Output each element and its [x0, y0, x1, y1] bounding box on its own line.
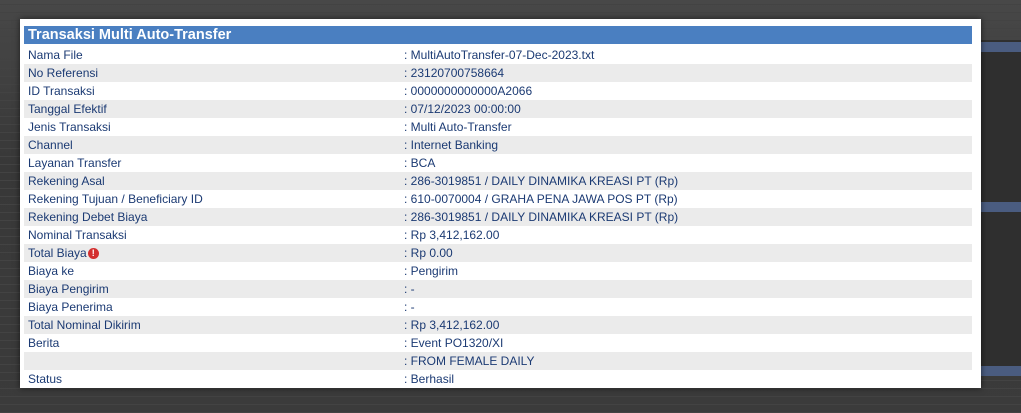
detail-label: Rekening Asal	[28, 174, 105, 188]
detail-row: Status : Berhasil	[24, 370, 972, 388]
info-alert-icon[interactable]: !	[87, 248, 99, 259]
background-tab	[979, 42, 1021, 52]
detail-table: Nama File : MultiAutoTransfer-07-Dec-2023…	[24, 46, 972, 388]
detail-row: Layanan Transfer : BCA	[24, 154, 972, 172]
detail-value: : 23120700758664	[404, 66, 505, 80]
dialog-title: Transaksi Multi Auto-Transfer	[24, 26, 972, 44]
detail-label: Rekening Debet Biaya	[28, 210, 148, 224]
detail-value: : 07/12/2023 00:00:00	[404, 102, 521, 116]
detail-row: Biaya Pengirim : -	[24, 280, 972, 298]
detail-row: Biaya ke : Pengirim	[24, 262, 972, 280]
detail-value: : Rp 0.00	[404, 246, 453, 260]
detail-value: : Rp 3,412,162.00	[404, 318, 500, 332]
detail-value: : 0000000000000A2066	[404, 84, 533, 98]
detail-label: Tanggal Efektif	[28, 102, 107, 116]
detail-value: : Internet Banking	[404, 138, 499, 152]
detail-row: ID Transaksi : 0000000000000A2066	[24, 82, 972, 100]
detail-value: : 610-0070004 / GRAHA PENA JAWA POS PT (…	[404, 192, 678, 206]
background-tab	[979, 366, 1021, 376]
detail-label: Biaya ke	[28, 264, 75, 278]
detail-label: Biaya Pengirim	[28, 282, 109, 296]
detail-row: Biaya Penerima : -	[24, 298, 972, 316]
detail-row: Berita : Event PO1320/XI	[24, 334, 972, 352]
detail-value: : 286-3019851 / DAILY DINAMIKA KREASI PT…	[404, 174, 679, 188]
detail-label: No Referensi	[28, 66, 99, 80]
detail-value: : 286-3019851 / DAILY DINAMIKA KREASI PT…	[404, 210, 679, 224]
background-side-panel	[979, 40, 1021, 376]
detail-label: Total Biaya!	[28, 244, 99, 262]
detail-value: : MultiAutoTransfer-07-Dec-2023.txt	[404, 48, 595, 62]
detail-label: Rekening Tujuan / Beneficiary ID	[28, 192, 203, 206]
detail-value: : Berhasil	[404, 372, 455, 386]
detail-value: : -	[404, 282, 415, 296]
detail-row: Nominal Transaksi : Rp 3,412,162.00	[24, 226, 972, 244]
detail-value: : -	[404, 300, 415, 314]
detail-row: : FROM FEMALE DAILY	[24, 352, 972, 370]
detail-row: No Referensi : 23120700758664	[24, 64, 972, 82]
detail-row: Jenis Transaksi : Multi Auto-Transfer	[24, 118, 972, 136]
background-tab	[979, 202, 1021, 212]
detail-value: : Multi Auto-Transfer	[404, 120, 512, 134]
transaction-detail-dialog: Transaksi Multi Auto-Transfer Nama File:…	[20, 19, 981, 388]
detail-row: Rekening Asal : 286-3019851 / DAILY DINAM…	[24, 172, 972, 190]
detail-value: : Event PO1320/XI	[404, 336, 504, 350]
detail-label: Jenis Transaksi	[28, 120, 111, 134]
detail-row: Total Biaya! : Rp 0.00	[24, 244, 972, 262]
detail-row: Nama File : MultiAutoTransfer-07-Dec-2023…	[24, 46, 972, 64]
detail-row: Rekening Debet Biaya : 286-3019851 / DAIL…	[24, 208, 972, 226]
detail-label: Berita	[28, 336, 60, 350]
detail-label: Total Nominal Dikirim	[28, 318, 141, 332]
detail-row: Channel : Internet Banking	[24, 136, 972, 154]
detail-value: : Pengirim	[404, 264, 459, 278]
detail-label: Layanan Transfer	[28, 156, 122, 170]
detail-row: Tanggal Efektif : 07/12/2023 00:00:00	[24, 100, 972, 118]
detail-label: Nominal Transaksi	[28, 228, 127, 242]
detail-value: : BCA	[404, 156, 436, 170]
detail-value: : Rp 3,412,162.00	[404, 228, 500, 242]
detail-value: : FROM FEMALE DAILY	[404, 354, 535, 368]
detail-row: Total Nominal Dikirim : Rp 3,412,162.00	[24, 316, 972, 334]
detail-label: Biaya Penerima	[28, 300, 113, 314]
detail-label: Nama File	[28, 48, 83, 62]
detail-label: Channel	[28, 138, 73, 152]
detail-label: ID Transaksi	[28, 84, 95, 98]
detail-row: Rekening Tujuan / Beneficiary ID : 610-00…	[24, 190, 972, 208]
detail-label: Status	[28, 372, 63, 386]
